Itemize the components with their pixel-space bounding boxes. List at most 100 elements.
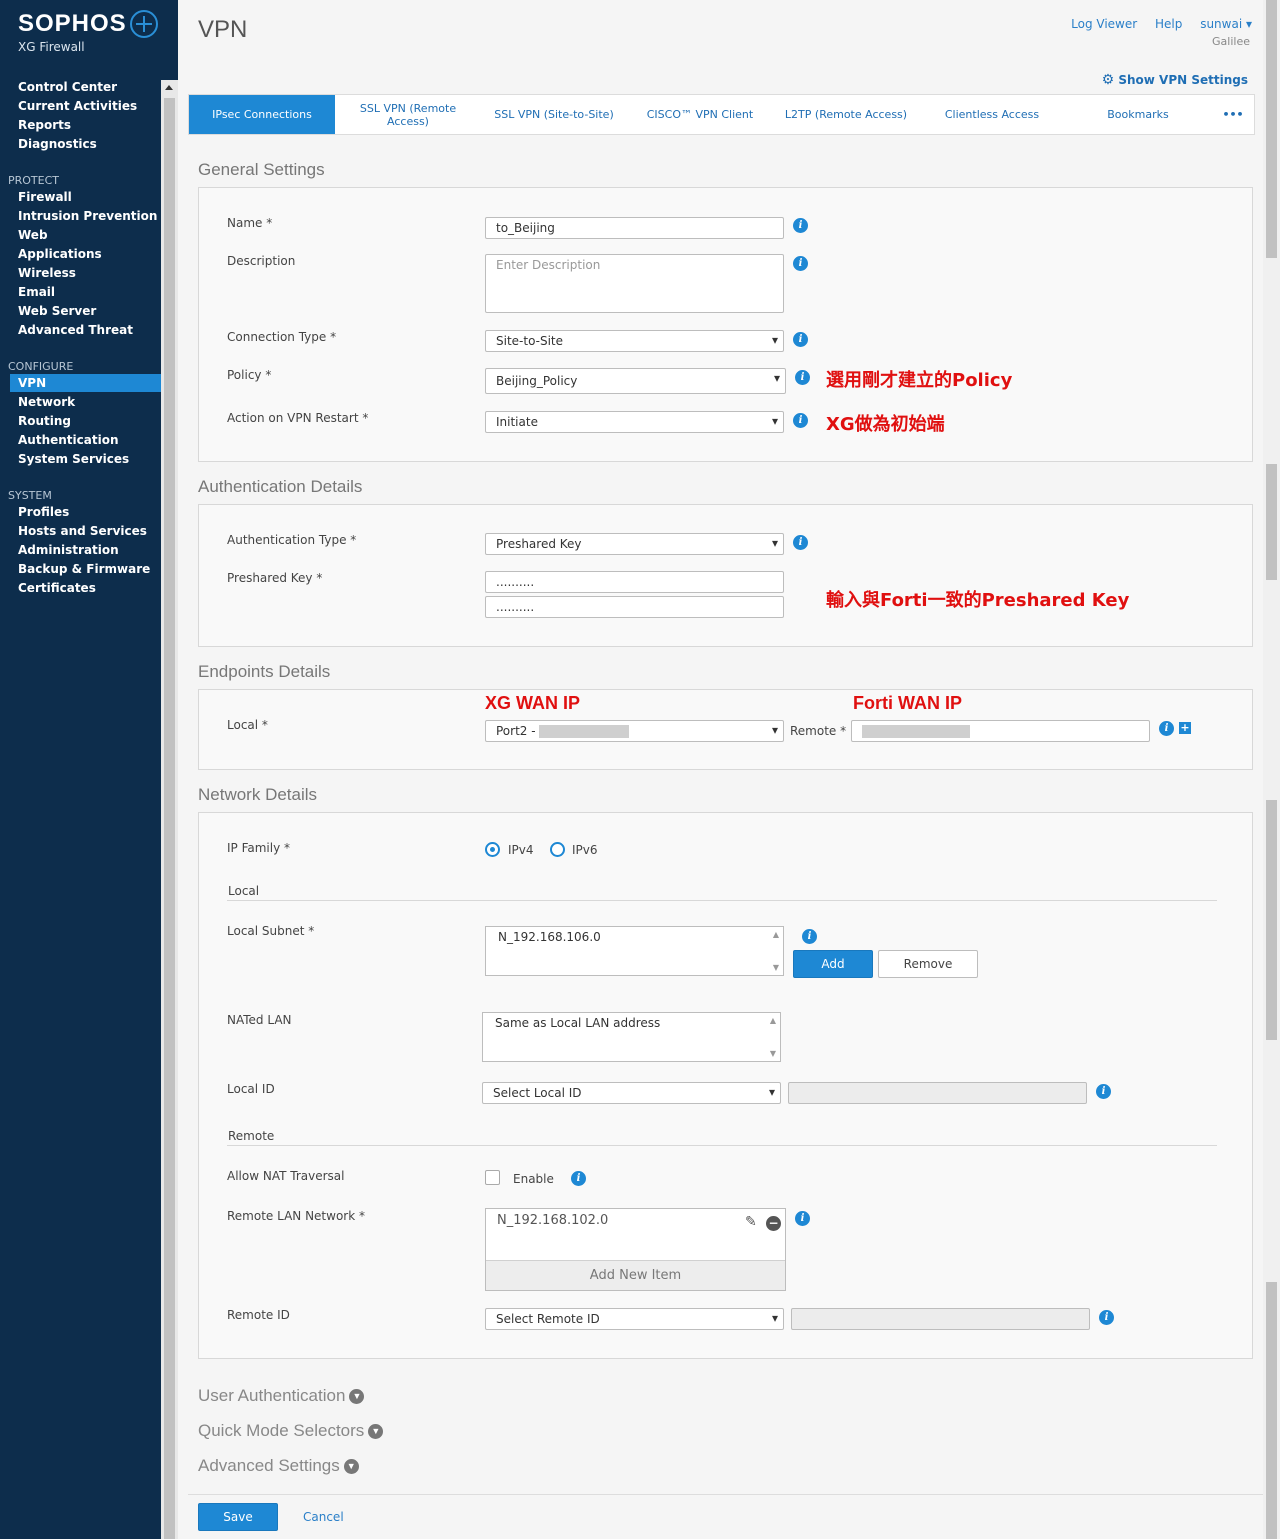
scroll-down-icon[interactable]: ▼ <box>773 963 779 972</box>
user-authentication-toggle[interactable]: User Authentication ▼ <box>198 1386 365 1406</box>
chevron-down-icon[interactable]: ▼ <box>343 1459 359 1475</box>
chevron-down-icon[interactable]: ▼ <box>368 1424 384 1440</box>
nav-system-services[interactable]: System Services <box>18 452 129 466</box>
edit-icon[interactable]: ✎ <box>745 1214 757 1230</box>
nav-backup-firmware[interactable]: Backup & Firmware <box>18 562 150 576</box>
nav-reports[interactable]: Reports <box>18 118 71 132</box>
remove-button[interactable]: Remove <box>878 950 978 978</box>
sidebar-scrollbar[interactable] <box>161 80 178 1539</box>
action-on-restart-select[interactable]: Initiate <box>485 411 784 433</box>
save-button[interactable]: Save <box>198 1503 278 1531</box>
log-viewer-link[interactable]: Log Viewer <box>1071 17 1137 31</box>
page-scroll-thumb[interactable] <box>1266 1282 1277 1539</box>
nav-routing[interactable]: Routing <box>18 414 71 428</box>
remote-id-input[interactable] <box>791 1308 1090 1330</box>
ipv4-label: IPv4 <box>508 843 534 857</box>
nav-applications[interactable]: Applications <box>18 247 102 261</box>
policy-select[interactable]: Beijing_Policy <box>485 368 786 394</box>
page-scrollbar[interactable] <box>1263 0 1280 1539</box>
auth-type-select[interactable]: Preshared Key <box>485 533 784 555</box>
page-scroll-thumb[interactable] <box>1266 464 1277 580</box>
advanced-settings-toggle[interactable]: Advanced Settings ▼ <box>198 1456 359 1476</box>
add-new-item-button[interactable]: Add New Item <box>486 1260 785 1290</box>
nav-certificates[interactable]: Certificates <box>18 581 96 595</box>
quick-mode-selectors-toggle[interactable]: Quick Mode Selectors ▼ <box>198 1421 384 1441</box>
nav-web[interactable]: Web <box>18 228 48 242</box>
info-icon[interactable]: i <box>793 413 808 428</box>
show-vpn-settings-link[interactable]: ⚙ Show VPN Settings <box>1102 72 1248 88</box>
nav-control-center[interactable]: Control Center <box>18 80 117 94</box>
ipv6-radio[interactable] <box>550 842 565 857</box>
nav-administration[interactable]: Administration <box>18 543 119 557</box>
info-icon[interactable]: i <box>795 1211 810 1226</box>
info-icon[interactable]: i <box>1096 1084 1111 1099</box>
nav-authentication[interactable]: Authentication <box>18 433 119 447</box>
add-button[interactable]: Add <box>793 950 873 978</box>
nav-vpn[interactable]: VPN <box>10 374 161 392</box>
description-textarea[interactable]: Enter Description <box>485 254 784 313</box>
sidebar-scroll-thumb[interactable] <box>164 98 175 1539</box>
nav-network[interactable]: Network <box>18 395 75 409</box>
info-icon[interactable]: i <box>802 929 817 944</box>
info-icon[interactable]: i <box>793 332 808 347</box>
tab-ssl-vpn-remote[interactable]: SSL VPN (Remote Access) <box>347 95 469 134</box>
tab-ssl-vpn-site[interactable]: SSL VPN (Site-to-Site) <box>481 95 627 134</box>
scroll-up-icon[interactable]: ▲ <box>770 1016 776 1025</box>
scroll-up-icon[interactable]: ▲ <box>773 930 779 939</box>
nav-firewall[interactable]: Firewall <box>18 190 72 204</box>
nav-current-activities[interactable]: Current Activities <box>18 99 137 113</box>
tab-clientless-access[interactable]: Clientless Access <box>929 95 1055 134</box>
preshared-key-confirm-input[interactable]: .......... <box>485 596 784 618</box>
nav-wireless[interactable]: Wireless <box>18 266 76 280</box>
page-scroll-thumb[interactable] <box>1266 0 1277 258</box>
local-id-select[interactable]: Select Local ID <box>482 1082 781 1104</box>
local-endpoint-select[interactable]: Port2 - <box>485 720 784 742</box>
info-icon[interactable]: i <box>1159 721 1174 736</box>
nav-advanced-threat[interactable]: Advanced Threat <box>18 323 133 337</box>
tab-l2tp[interactable]: L2TP (Remote Access) <box>773 95 919 134</box>
more-tabs-icon[interactable]: ••• <box>1214 95 1252 134</box>
chevron-down-icon[interactable]: ▼ <box>349 1389 365 1405</box>
scroll-up-icon[interactable] <box>165 85 173 90</box>
nav-section-configure: CONFIGURE <box>8 360 74 373</box>
info-icon[interactable]: i <box>793 218 808 233</box>
local-id-input[interactable] <box>788 1082 1087 1104</box>
connection-type-select[interactable]: Site-to-Site <box>485 330 784 352</box>
remote-endpoint-input[interactable] <box>851 720 1150 742</box>
add-remote-icon[interactable]: + <box>1179 722 1191 734</box>
user-menu[interactable]: sunwai ▾ <box>1200 17 1252 31</box>
nav-intrusion-prevention[interactable]: Intrusion Prevention <box>18 209 157 223</box>
info-icon[interactable]: i <box>795 370 810 385</box>
annotation-preshared: 輸入與Forti一致的Preshared Key <box>826 590 1130 611</box>
description-label: Description <box>227 254 296 268</box>
cancel-link[interactable]: Cancel <box>303 1510 344 1524</box>
tab-cisco-vpn-client[interactable]: CISCO™ VPN Client <box>637 95 763 134</box>
nav-email[interactable]: Email <box>18 285 55 299</box>
nat-traversal-checkbox[interactable] <box>485 1170 500 1185</box>
info-icon[interactable]: i <box>793 256 808 271</box>
remote-id-select[interactable]: Select Remote ID <box>485 1308 784 1330</box>
local-subnet-list[interactable]: N_192.168.106.0 ▲ ▼ <box>485 926 784 976</box>
scroll-down-icon[interactable]: ▼ <box>770 1049 776 1058</box>
globe-icon <box>130 10 158 38</box>
info-icon[interactable]: i <box>793 535 808 550</box>
nated-lan-item[interactable]: Same as Local LAN address <box>495 1016 660 1030</box>
remote-lan-item[interactable]: N_192.168.102.0 <box>497 1213 608 1228</box>
tab-ipsec-connections[interactable]: IPsec Connections <box>189 95 335 134</box>
nav-diagnostics[interactable]: Diagnostics <box>18 137 97 151</box>
info-icon[interactable]: i <box>571 1171 586 1186</box>
nav-profiles[interactable]: Profiles <box>18 505 69 519</box>
ipv4-radio[interactable] <box>485 842 500 857</box>
tab-bookmarks[interactable]: Bookmarks <box>1069 95 1207 134</box>
page-scroll-thumb[interactable] <box>1266 800 1277 1040</box>
nav-hosts-and-services[interactable]: Hosts and Services <box>18 524 147 538</box>
preshared-key-input[interactable]: .......... <box>485 571 784 593</box>
ip-family-label: IP Family * <box>227 841 291 855</box>
help-link[interactable]: Help <box>1155 17 1182 31</box>
nated-lan-list[interactable]: Same as Local LAN address ▲ ▼ <box>482 1012 781 1062</box>
info-icon[interactable]: i <box>1099 1310 1114 1325</box>
nav-web-server[interactable]: Web Server <box>18 304 96 318</box>
local-subnet-item[interactable]: N_192.168.106.0 <box>498 930 601 944</box>
remove-item-icon[interactable]: − <box>766 1216 781 1231</box>
name-input[interactable]: to_Beijing <box>485 217 784 239</box>
